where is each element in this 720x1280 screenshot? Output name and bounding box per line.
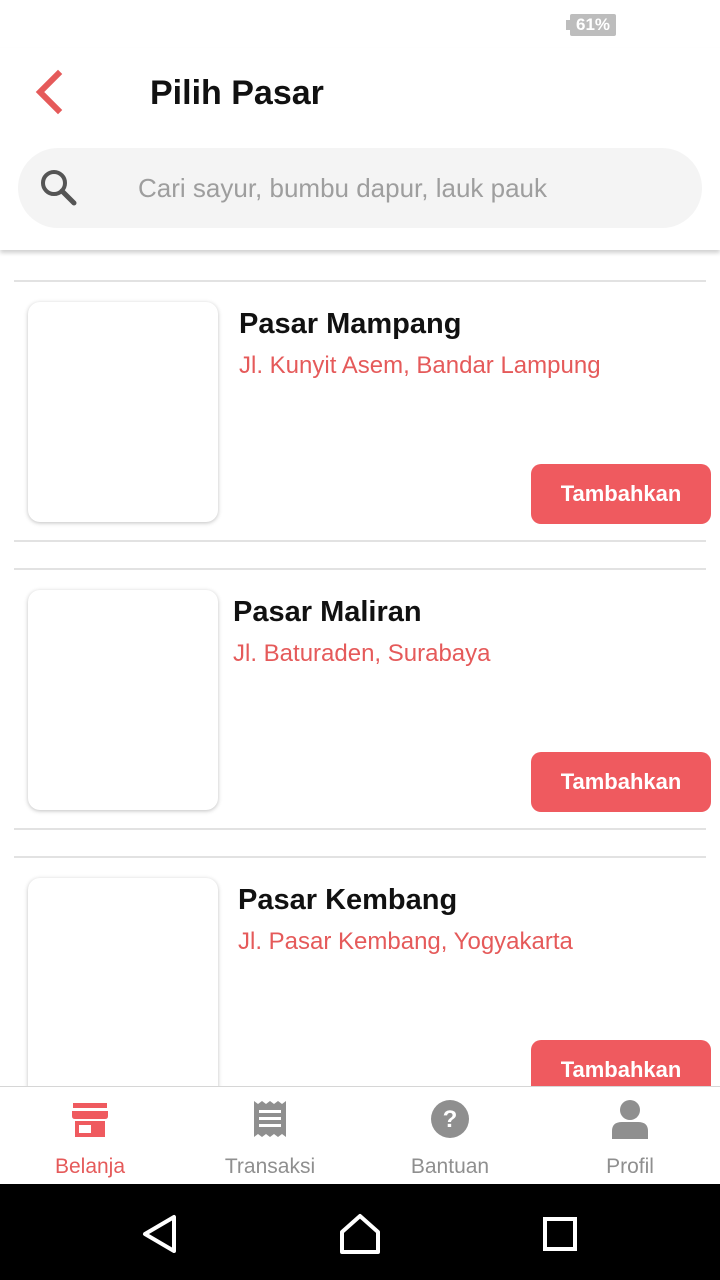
page-title: Pilih Pasar xyxy=(150,74,324,112)
add-market-button[interactable]: Tambahkan xyxy=(531,464,711,524)
market-thumbnail xyxy=(28,302,218,522)
nav-item-transaksi[interactable]: Transaksi xyxy=(180,1087,360,1185)
home-icon[interactable] xyxy=(338,1212,382,1256)
add-market-button[interactable]: Tambahkan xyxy=(531,1040,711,1086)
person-icon xyxy=(612,1100,648,1139)
battery-level: 61% xyxy=(575,15,611,34)
market-card-kembang[interactable]: Pasar Kembang Jl. Pasar Kembang, Yogyaka… xyxy=(14,856,711,1086)
back-button[interactable] xyxy=(26,68,74,116)
recents-icon[interactable] xyxy=(538,1212,582,1256)
nav-item-bantuan[interactable]: ? Bantuan xyxy=(360,1087,540,1185)
market-address: Jl. Baturaden, Surabaya xyxy=(233,640,491,667)
add-market-button[interactable]: Tambahkan xyxy=(531,752,711,812)
market-name: Pasar Maliran xyxy=(233,596,422,628)
search-input[interactable] xyxy=(138,148,678,228)
svg-text:?: ? xyxy=(443,1106,458,1133)
bottom-navigation: Belanja Transaksi ? Bantuan Profil xyxy=(0,1086,720,1184)
search-icon xyxy=(41,170,77,206)
market-name: Pasar Kembang xyxy=(238,884,458,916)
help-icon: ? xyxy=(431,1100,469,1138)
nav-label-transaksi: Transaksi xyxy=(224,1155,316,1178)
nav-label-belanja: Belanja xyxy=(54,1155,126,1178)
nav-label-bantuan: Bantuan xyxy=(410,1155,490,1178)
nav-item-belanja[interactable]: Belanja xyxy=(0,1087,180,1185)
status-bar: 61% xyxy=(0,0,720,48)
nav-item-profil[interactable]: Profil xyxy=(540,1087,720,1185)
market-card-mampang[interactable]: Pasar Mampang Jl. Kunyit Asem, Bandar La… xyxy=(14,280,711,542)
market-list[interactable]: Pasar Mampang Jl. Kunyit Asem, Bandar La… xyxy=(0,250,720,1086)
market-card-maliran[interactable]: Pasar Maliran Jl. Baturaden, Surabaya Ta… xyxy=(14,568,711,830)
chevron-left-icon xyxy=(35,69,63,115)
battery-indicator: 61% xyxy=(566,14,616,36)
market-name: Pasar Mampang xyxy=(239,308,462,340)
nav-label-profil: Profil xyxy=(606,1155,654,1178)
back-triangle-icon[interactable] xyxy=(138,1212,182,1256)
search-bar[interactable] xyxy=(18,148,702,228)
market-thumbnail xyxy=(28,590,218,810)
market-address: Jl. Pasar Kembang, Yogyakarta xyxy=(238,928,573,955)
receipt-icon xyxy=(254,1101,286,1137)
store-icon xyxy=(72,1103,108,1137)
app-header: Pilih Pasar xyxy=(0,48,720,250)
market-thumbnail xyxy=(28,878,218,1086)
market-address: Jl. Kunyit Asem, Bandar Lampung xyxy=(239,352,601,379)
system-navigation-bar xyxy=(0,1184,720,1280)
